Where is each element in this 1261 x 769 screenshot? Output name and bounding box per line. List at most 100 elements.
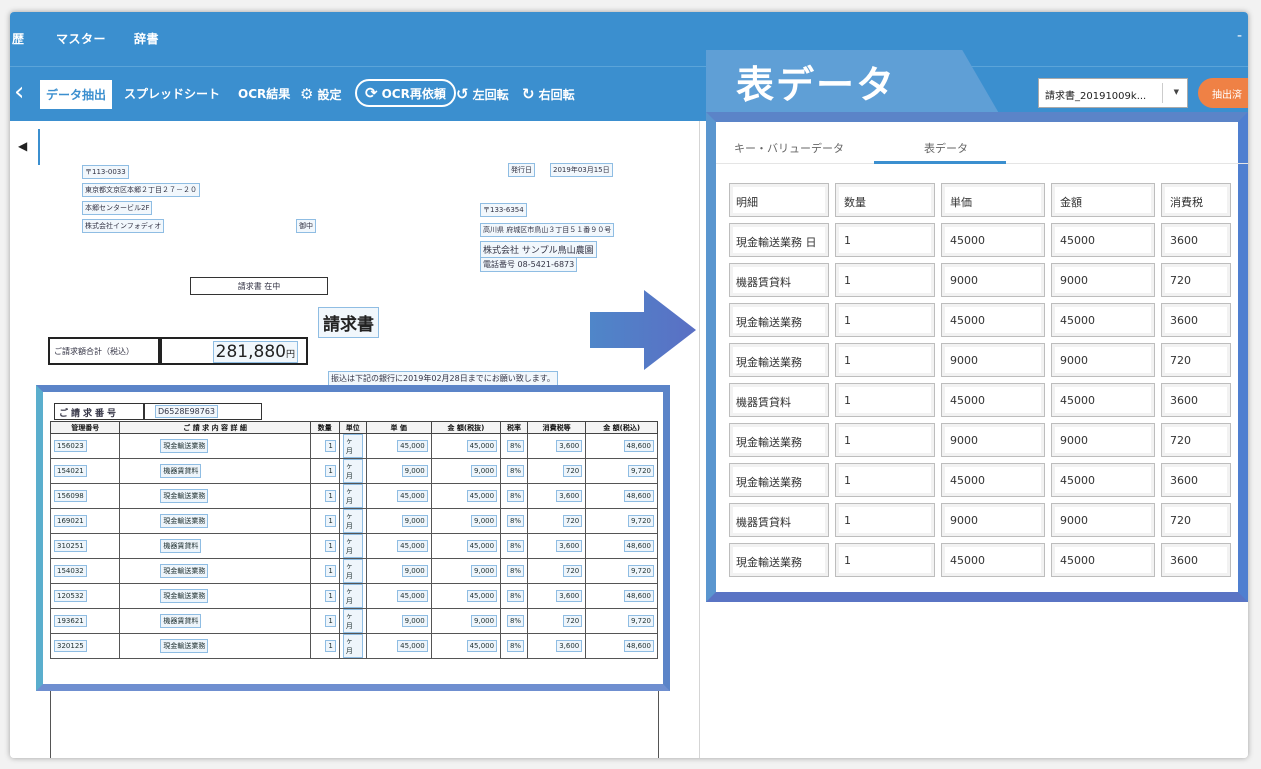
data-table-cell-wrap: 45000	[1048, 540, 1158, 580]
data-table-header-cell[interactable]: 消費税	[1161, 183, 1231, 217]
data-table-cell[interactable]: 3600	[1161, 463, 1231, 497]
data-table-header-cell[interactable]: 数量	[835, 183, 935, 217]
doc-table-row: 120532 現金輸送業務 1 ヶ月 45,000 45,000 8% 3,600 48,600	[49, 583, 658, 609]
rotate-right-button[interactable]: ↻ 右回転	[522, 85, 575, 103]
data-table-cell[interactable]: 45000	[941, 223, 1045, 257]
data-table-cell[interactable]: 機器賃貸料	[729, 263, 829, 297]
data-table-cell[interactable]: 9000	[1051, 503, 1155, 537]
tab-spreadsheet[interactable]: スプレッドシート	[124, 85, 220, 102]
document-viewer[interactable]: ◀ 〒113-0033 東京都文京区本郷２丁目２７－２０ 本郷センタービル2F …	[10, 121, 700, 758]
file-select[interactable]: 請求書_20191009k... ▼	[1038, 78, 1188, 108]
data-table-cell[interactable]: 1	[835, 303, 935, 337]
data-table-cell[interactable]: 45000	[941, 303, 1045, 337]
back-button[interactable]: ‹	[14, 77, 24, 107]
tab-data-extract[interactable]: データ抽出	[40, 80, 113, 109]
extracted-button[interactable]: 抽出済	[1198, 78, 1248, 108]
doc-table-cell-text: ヶ月	[342, 559, 363, 583]
data-table-cell[interactable]: 9000	[941, 343, 1045, 377]
data-table-cell[interactable]: 45000	[941, 463, 1045, 497]
data-table-cell[interactable]: 1	[835, 383, 935, 417]
data-table-cell[interactable]: 1	[835, 423, 935, 457]
doc-issue-date: 2019年03月15日	[550, 163, 613, 177]
data-table-cell[interactable]: 3600	[1161, 383, 1231, 417]
doc-table-cell-text: 120532	[54, 590, 87, 602]
data-table-cell[interactable]: 45000	[1051, 463, 1155, 497]
data-table-cell[interactable]: 1	[835, 543, 935, 577]
data-table-cell[interactable]: 1	[835, 223, 935, 257]
caret-left-icon: ◀	[18, 139, 28, 153]
data-table-cell-wrap: 9000	[938, 260, 1048, 300]
data-table-cell[interactable]: 9000	[1051, 423, 1155, 457]
data-table-cell[interactable]: 9000	[941, 423, 1045, 457]
doc-table-row: 154021 機器賃貸料 1 ヶ月 9,000 9,000 8% 720 9,720	[49, 458, 658, 484]
nav-item-dictionary[interactable]: 辞書	[134, 30, 159, 47]
data-table-cell-wrap: 9000	[938, 500, 1048, 540]
data-table-cell[interactable]: 720	[1161, 343, 1231, 377]
data-table-cell[interactable]: 1	[835, 263, 935, 297]
data-table-cell-wrap: 720	[1158, 420, 1234, 460]
doc-payment-note: 振込は下記の銀行に2019年02月28日までにお願い致します。	[328, 371, 558, 386]
data-table-cell[interactable]: 45000	[941, 543, 1045, 577]
rotate-left-button[interactable]: ↺ 左回転	[456, 85, 509, 103]
doc-company-left: 株式会社インフォディオ	[82, 219, 165, 233]
data-table-cell[interactable]: 現金輸送業務	[729, 463, 829, 497]
doc-table-cell-text: 1	[325, 490, 336, 502]
doc-address-left: 東京都文京区本郷２丁目２７－２０	[82, 183, 200, 197]
doc-table-cell-text: 現金輸送業務	[160, 489, 209, 503]
tab-ocr-result[interactable]: OCR結果	[238, 85, 290, 102]
doc-table-cell: 現金輸送業務	[119, 483, 311, 509]
data-table-cell[interactable]: 1	[835, 343, 935, 377]
doc-table-cell-text: 9,000	[401, 515, 428, 527]
tab-key-value[interactable]: キー・バリューデータ	[734, 140, 844, 156]
data-table-cell[interactable]: 45000	[1051, 223, 1155, 257]
data-table-cell[interactable]: 9000	[1051, 343, 1155, 377]
doc-table-row: 156023 現金輸送業務 1 ヶ月 45,000 45,000 8% 3,600 48,600	[49, 433, 658, 459]
data-table-cell[interactable]: 3600	[1161, 543, 1231, 577]
data-table-cell[interactable]: 現金輸送業務	[729, 423, 829, 457]
data-table-cell[interactable]: 9000	[1051, 263, 1155, 297]
doc-table-cell-text: 9,000	[401, 465, 428, 477]
data-table-header-cell[interactable]: 単価	[941, 183, 1045, 217]
data-table-row: 現金輸送業務 1 9000 9000 720	[726, 340, 1234, 380]
doc-table-cell-text: 45,000	[466, 590, 498, 602]
doc-table-cell: 8%	[500, 558, 529, 584]
data-table-cell[interactable]: 45000	[1051, 543, 1155, 577]
data-table-cell[interactable]: 45000	[1051, 383, 1155, 417]
settings-button[interactable]: ⚙ 設定	[300, 85, 341, 103]
nav-item-history[interactable]: 歴	[12, 30, 25, 47]
data-table-cell[interactable]: 3600	[1161, 223, 1231, 257]
collapse-panel-button[interactable]: ◀	[10, 129, 40, 165]
data-table-cell[interactable]: 720	[1161, 423, 1231, 457]
data-tabs: キー・バリューデータ 表データ	[716, 122, 1248, 164]
data-table-cell[interactable]: 3600	[1161, 303, 1231, 337]
doc-table-cell: 320125	[49, 633, 121, 659]
data-table-cell[interactable]: 9000	[941, 503, 1045, 537]
data-table-row: 現金輸送業務 1 45000 45000 3600	[726, 460, 1234, 500]
data-table-cell[interactable]: 現金輸送業務	[729, 303, 829, 337]
data-table-cell[interactable]: 720	[1161, 263, 1231, 297]
data-table-cell[interactable]: 現金輸送業務 日	[729, 223, 829, 257]
data-table-cell[interactable]: 45000	[1051, 303, 1155, 337]
data-table-header-cell[interactable]: 金額	[1051, 183, 1155, 217]
data-table-cell[interactable]: 機器賃貸料	[729, 503, 829, 537]
doc-table-cell: 1	[309, 608, 340, 634]
data-table-cell[interactable]: 9000	[941, 263, 1045, 297]
data-table-cell[interactable]: 1	[835, 503, 935, 537]
rotate-left-icon: ↺	[456, 85, 469, 103]
doc-table-cell: ヶ月	[338, 633, 367, 659]
data-table-cell[interactable]: 現金輸送業務	[729, 343, 829, 377]
data-table-header-cell[interactable]: 明細	[729, 183, 829, 217]
data-table-cell[interactable]: 現金輸送業務	[729, 543, 829, 577]
data-table-row: 機器賃貸料 1 9000 9000 720	[726, 260, 1234, 300]
doc-table-cell: 9,720	[585, 608, 658, 634]
tab-table-data[interactable]: 表データ	[924, 140, 968, 156]
data-table-cell[interactable]: 機器賃貸料	[729, 383, 829, 417]
doc-table-cell-text: 45,000	[466, 490, 498, 502]
ocr-retry-button[interactable]: ⟳ OCR再依頼	[355, 79, 456, 107]
doc-table-cell: 9,000	[430, 608, 502, 634]
doc-table-cell-text: 8%	[506, 640, 525, 652]
data-table-cell[interactable]: 720	[1161, 503, 1231, 537]
data-table-cell[interactable]: 1	[835, 463, 935, 497]
data-table-cell[interactable]: 45000	[941, 383, 1045, 417]
nav-item-master[interactable]: マスター	[56, 30, 106, 47]
